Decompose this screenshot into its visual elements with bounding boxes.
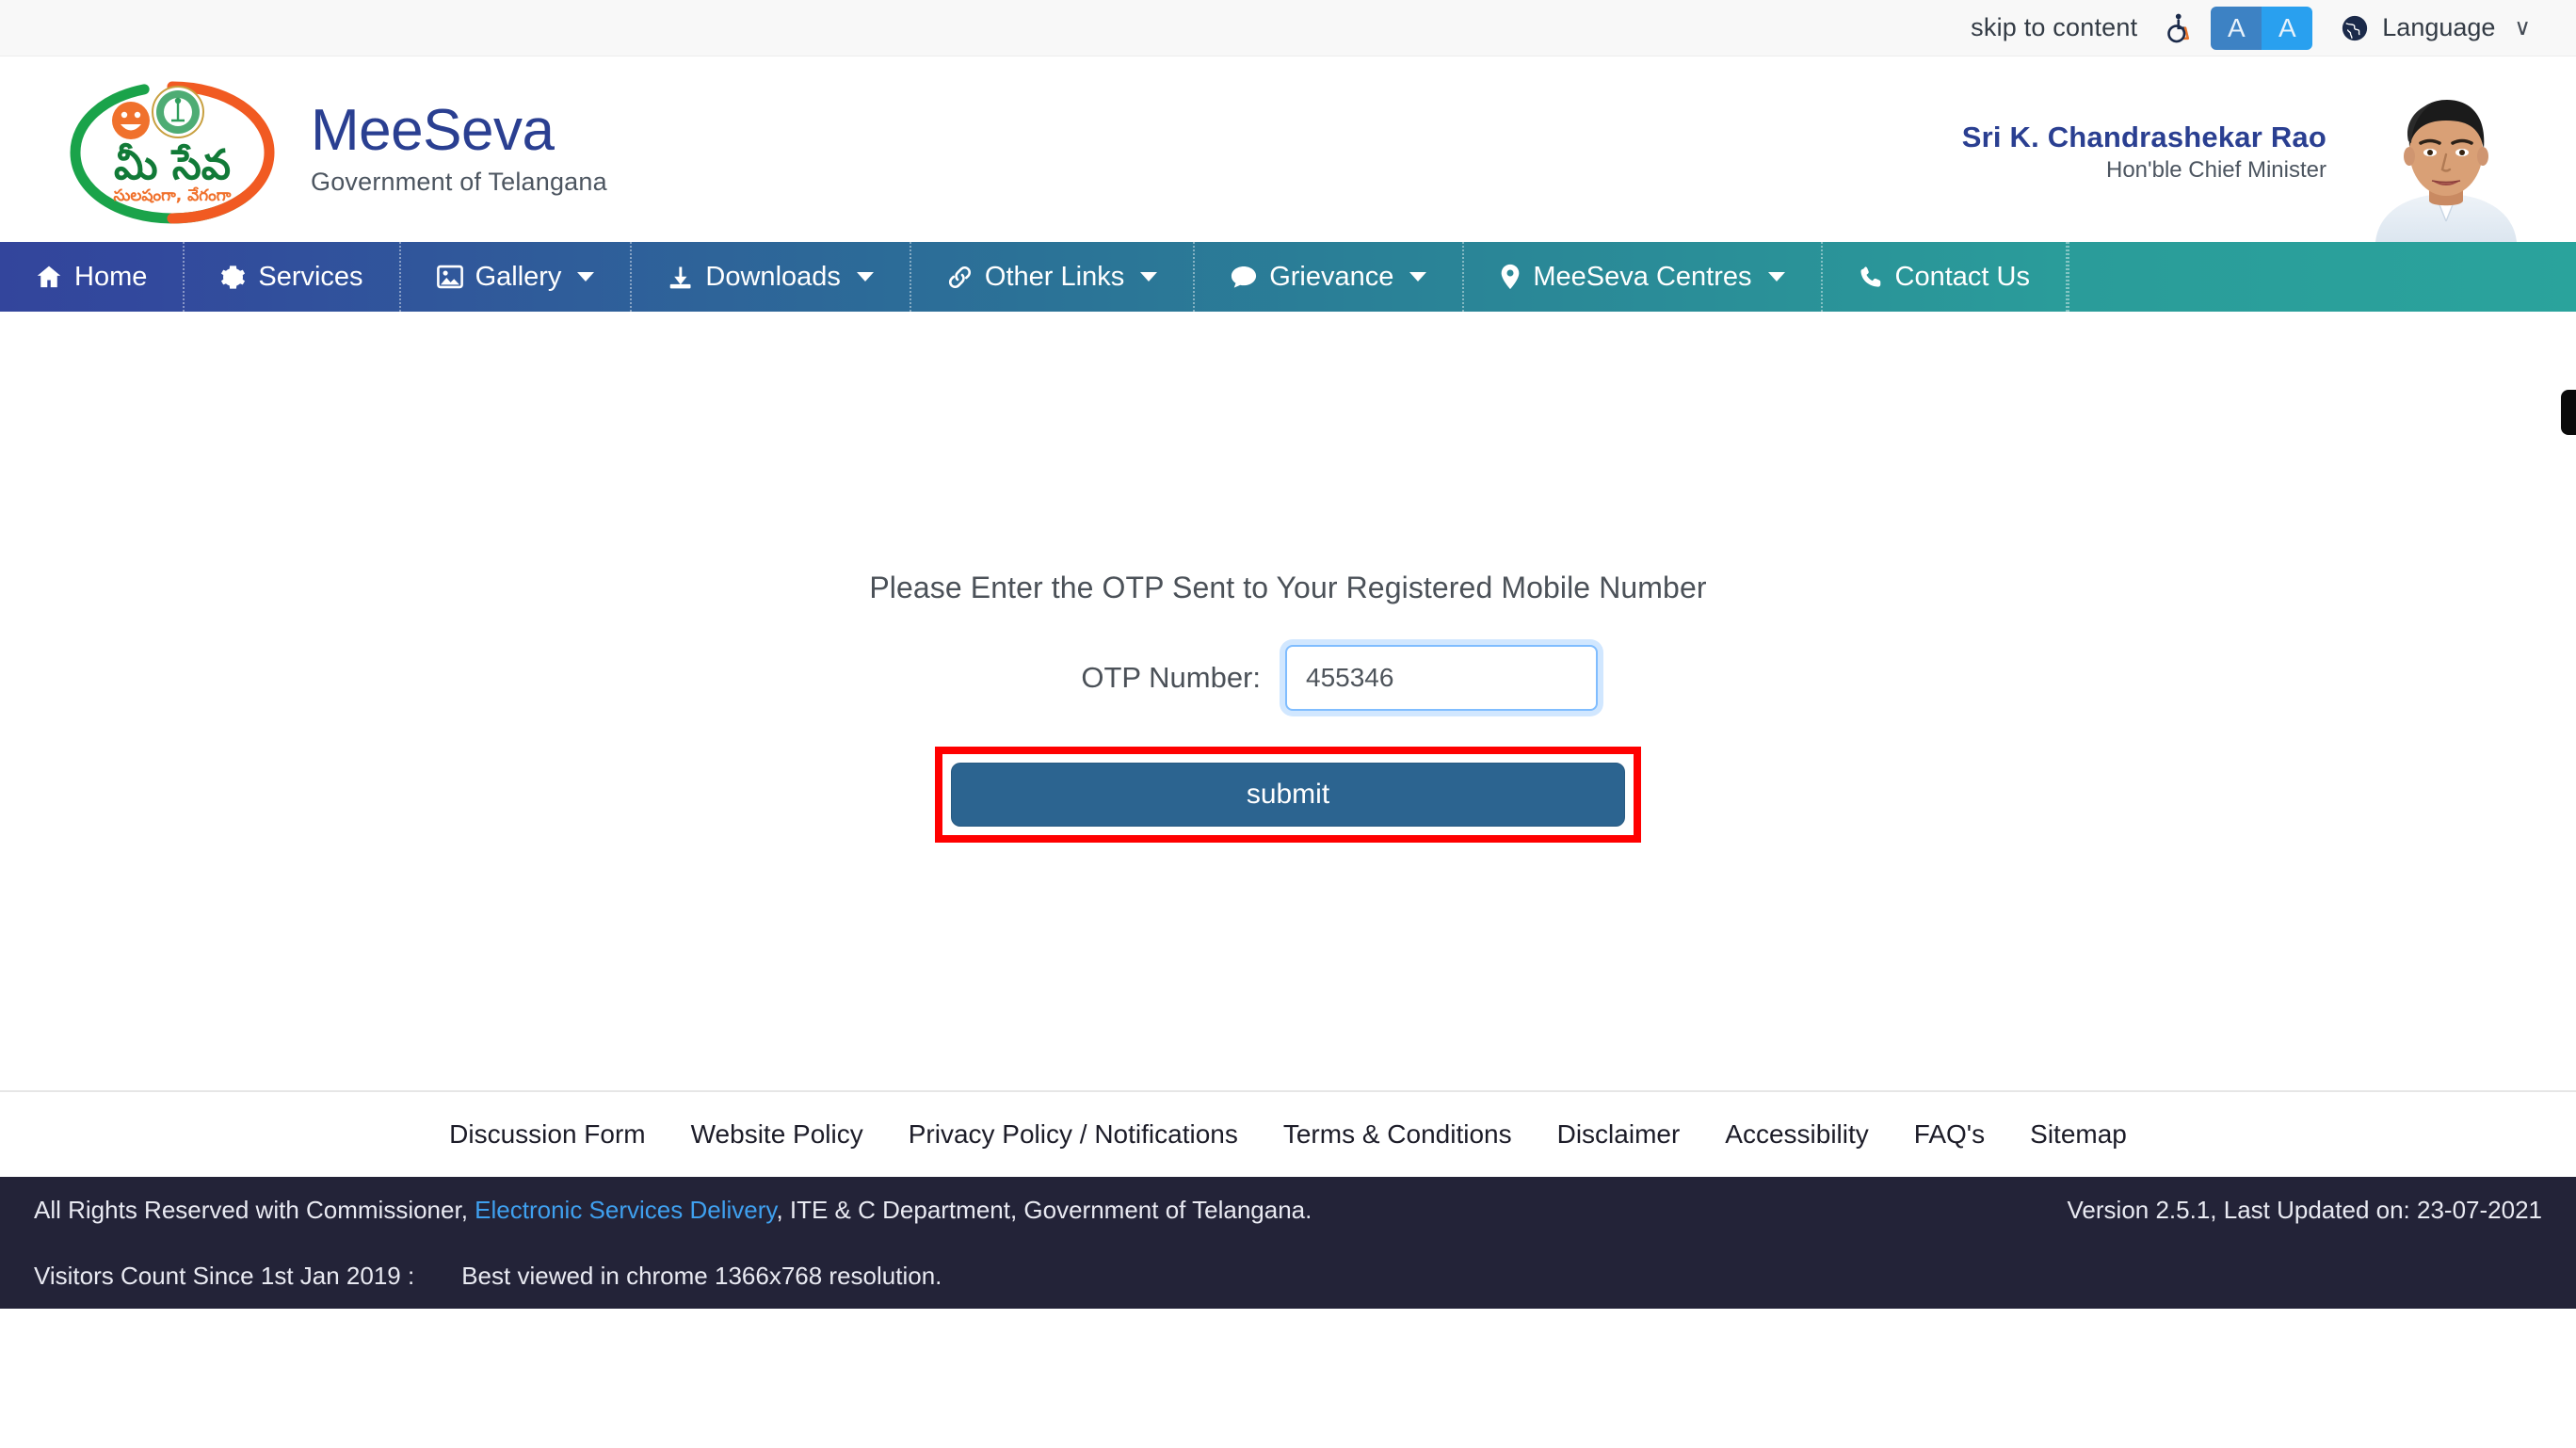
footer-link-website-policy[interactable]: Website Policy: [668, 1119, 886, 1150]
svg-text:సులషంగా, వేగంగా: సులషంగా, వేగంగా: [114, 186, 232, 205]
main-navigation: Home Services Gallery Downloads Other Li…: [0, 242, 2576, 312]
nav-item-label: Gallery: [475, 261, 562, 292]
nav-filler: [2067, 242, 2576, 312]
top-utility-bar: skip to content A A Language ∨: [0, 0, 2576, 56]
chevron-down-icon: [577, 272, 595, 282]
site-header: మీ సేవ సులషంగా, వేగంగా MeeSeva Governmen…: [0, 56, 2576, 242]
chief-minister-role: Hon'ble Chief Minister: [2105, 157, 2326, 183]
nav-item-home[interactable]: Home: [0, 242, 185, 312]
nav-item-contact-us[interactable]: Contact Us: [1823, 242, 2068, 312]
footer-link-sitemap[interactable]: Sitemap: [2007, 1119, 2149, 1150]
otp-heading: Please Enter the OTP Sent to Your Regist…: [869, 571, 1707, 604]
brand-block[interactable]: మీ సేవ సులషంగా, వేగంగా MeeSeva Governmen…: [0, 62, 607, 236]
otp-input[interactable]: [1285, 645, 1598, 711]
phone-icon: [1859, 265, 1883, 289]
footer-link-privacy-policy[interactable]: Privacy Policy / Notifications: [886, 1119, 1261, 1150]
footer-link-terms-conditions[interactable]: Terms & Conditions: [1261, 1119, 1535, 1150]
nav-item-downloads[interactable]: Downloads: [632, 242, 911, 312]
footer-visitors-row: Visitors Count Since 1st Jan 2019 : Best…: [34, 1243, 2542, 1309]
font-size-controls: A A: [2211, 6, 2313, 50]
nav-item-other-links[interactable]: Other Links: [911, 242, 1196, 312]
link-icon: [947, 265, 973, 290]
chevron-down-icon: [1140, 272, 1158, 282]
nav-item-label: Contact Us: [1894, 261, 2030, 292]
home-icon: [36, 264, 62, 290]
chief-minister-text: Sri K. Chandrashekar Rao Hon'ble Chief M…: [1962, 121, 2345, 242]
page-side-tab[interactable]: [2561, 390, 2576, 435]
submit-highlight-box: submit: [935, 747, 1641, 843]
footer-link-disclaimer[interactable]: Disclaimer: [1535, 1119, 1703, 1150]
footer-link-discussion-form[interactable]: Discussion Form: [427, 1119, 668, 1150]
footer-esd-link[interactable]: Electronic Services Delivery: [475, 1196, 776, 1224]
language-label: Language: [2382, 13, 2496, 41]
chief-minister-photo: [2345, 88, 2548, 242]
main-content: Please Enter the OTP Sent to Your Regist…: [0, 312, 2576, 1090]
chief-minister-name: Sri K. Chandrashekar Rao: [1961, 121, 2326, 153]
chief-minister-block: Sri K. Chandrashekar Rao Hon'ble Chief M…: [1962, 56, 2576, 242]
page-bottom-filler: [0, 1309, 2576, 1448]
download-icon: [668, 265, 693, 290]
image-icon: [436, 265, 463, 289]
footer-link-accessibility[interactable]: Accessibility: [1702, 1119, 1891, 1150]
gear-icon: [220, 265, 246, 290]
font-size-small-button[interactable]: A: [2211, 6, 2262, 50]
nav-item-gallery[interactable]: Gallery: [401, 242, 633, 312]
comment-icon: [1231, 265, 1257, 289]
footer-copyright-row: All Rights Reserved with Commissioner, E…: [34, 1177, 2542, 1243]
otp-number-label: OTP Number:: [1081, 661, 1261, 694]
footer-best-viewed: Best viewed in chrome 1366x768 resolutio…: [461, 1261, 942, 1290]
nav-item-label: Home: [74, 261, 148, 292]
svg-text:మీ సేవ: మీ సేవ: [114, 141, 231, 189]
skip-to-content-link[interactable]: skip to content: [1971, 13, 2137, 42]
map-pin-icon: [1500, 264, 1521, 290]
submit-button[interactable]: submit: [951, 763, 1625, 827]
nav-item-label: Services: [258, 261, 363, 292]
nav-item-label: Grievance: [1269, 261, 1394, 292]
page-title: MeeSeva: [311, 98, 555, 163]
footer-visitors-label: Visitors Count Since 1st Jan 2019 :: [34, 1261, 415, 1290]
nav-item-services[interactable]: Services: [185, 242, 401, 312]
footer-copyright-post: , ITE & C Department, Government of Tela…: [776, 1195, 1312, 1224]
chevron-down-icon: [856, 272, 874, 282]
footer-link-faqs[interactable]: FAQ's: [1892, 1119, 2007, 1150]
font-size-large-button[interactable]: A: [2262, 6, 2313, 50]
footer-copyright-pre: All Rights Reserved with Commissioner,: [34, 1195, 475, 1224]
chevron-down-icon: ∨: [2514, 15, 2531, 40]
nav-item-label: MeeSeva Centres: [1533, 261, 1752, 292]
brand-subtitle: Government of Telangana: [311, 168, 607, 196]
chevron-down-icon: [1409, 272, 1427, 282]
meeseva-logo-icon: మీ సేవ సులషంగా, వేగంగా: [55, 62, 290, 236]
nav-item-meeseva-centres[interactable]: MeeSeva Centres: [1464, 242, 1823, 312]
footer-dark-bar: All Rights Reserved with Commissioner, E…: [0, 1177, 2576, 1309]
otp-form-row: OTP Number:: [0, 645, 2576, 711]
nav-item-grievance[interactable]: Grievance: [1195, 242, 1465, 312]
brand-text-block: MeeSeva Government of Telangana: [311, 102, 607, 197]
footer-copyright: All Rights Reserved with Commissioner, E…: [34, 1196, 1312, 1225]
nav-item-label: Other Links: [984, 261, 1125, 292]
footer-version: Version 2.5.1, Last Updated on: 23-07-20…: [2067, 1195, 2542, 1224]
language-selector[interactable]: Language ∨: [2341, 13, 2531, 42]
footer-links-bar: Discussion Form Website Policy Privacy P…: [0, 1090, 2576, 1177]
chevron-down-icon: [1767, 272, 1785, 282]
nav-item-label: Downloads: [705, 261, 841, 292]
wheelchair-icon[interactable]: [2162, 10, 2194, 46]
globe-icon: [2341, 14, 2369, 42]
